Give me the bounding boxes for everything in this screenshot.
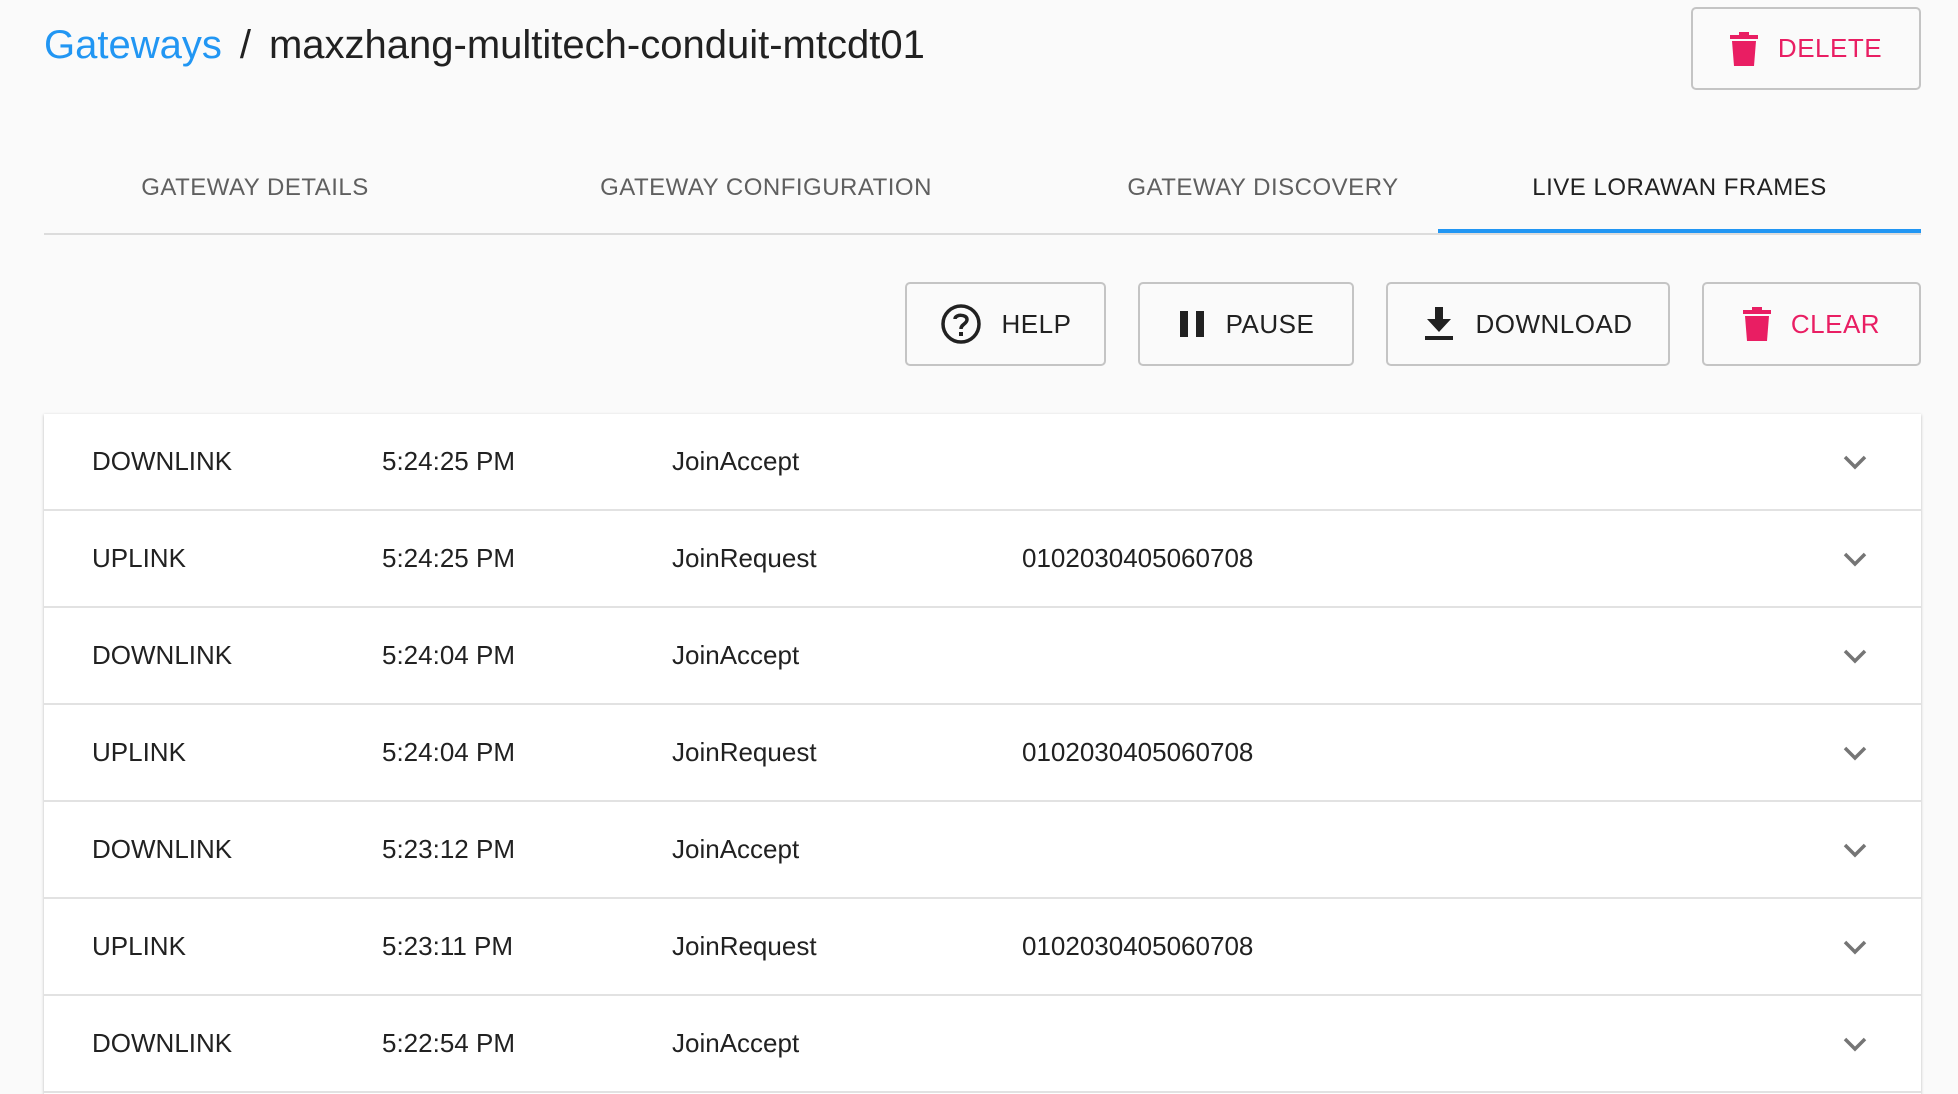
frame-time: 5:23:11 PM	[382, 931, 514, 961]
lorawan-frames-list: DOWNLINK 5:24:25 PM JoinAccept UPLINK 5:…	[44, 414, 1921, 1094]
frame-row[interactable]: UPLINK 5:24:04 PM JoinRequest 0102030405…	[44, 705, 1921, 802]
frame-direction: DOWNLINK	[92, 640, 233, 670]
tab-gateway-discovery[interactable]: GATEWAY DISCOVERY	[1066, 145, 1460, 231]
frame-dev-eui: 0102030405060708	[1022, 543, 1254, 573]
chevron-down-icon[interactable]	[1841, 545, 1869, 573]
page-title: maxzhang-multitech-conduit-mtcdt01	[268, 22, 925, 67]
chevron-down-icon[interactable]	[1841, 836, 1869, 864]
frame-row[interactable]: DOWNLINK 5:22:54 PM JoinAccept	[44, 996, 1921, 1093]
frame-dev-eui: 0102030405060708	[1022, 931, 1254, 961]
frame-time: 5:24:04 PM	[382, 737, 515, 767]
frame-direction: DOWNLINK	[92, 1028, 233, 1058]
download-button[interactable]: DOWNLOAD	[1386, 282, 1670, 366]
pause-button-label: PAUSE	[1225, 308, 1315, 339]
frame-type: JoinAccept	[672, 1028, 800, 1058]
pause-button[interactable]: PAUSE	[1138, 282, 1354, 366]
frame-row[interactable]: DOWNLINK 5:24:04 PM JoinAccept	[44, 608, 1921, 705]
frame-dev-eui: 0102030405060708	[1022, 737, 1254, 767]
gateway-tabs: GATEWAY DETAILS GATEWAY CONFIGURATION GA…	[44, 145, 1921, 235]
tab-gateway-configuration[interactable]: GATEWAY CONFIGURATION	[466, 145, 1066, 231]
frame-time: 5:24:25 PM	[382, 446, 515, 476]
tab-live-lorawan-frames[interactable]: LIVE LORAWAN FRAMES	[1438, 145, 1921, 233]
frame-type: JoinRequest	[672, 543, 817, 573]
delete-gateway-button[interactable]: DELETE	[1691, 7, 1921, 90]
delete-button-label: DELETE	[1777, 33, 1883, 63]
breadcrumb: Gateways / maxzhang-multitech-conduit-mt…	[44, 20, 925, 70]
breadcrumb-gateways-link[interactable]: Gateways	[44, 23, 222, 68]
frame-type: JoinAccept	[672, 446, 800, 476]
frame-time: 5:23:12 PM	[382, 834, 515, 864]
frame-direction: UPLINK	[92, 543, 186, 573]
frame-direction: DOWNLINK	[92, 446, 233, 476]
pause-icon	[1178, 309, 1206, 339]
frame-time: 5:24:25 PM	[382, 543, 515, 573]
tab-gateway-details[interactable]: GATEWAY DETAILS	[44, 145, 466, 231]
clear-button[interactable]: CLEAR	[1702, 282, 1921, 366]
help-button-label: HELP	[1001, 308, 1072, 339]
breadcrumb-separator: /	[239, 22, 251, 67]
chevron-down-icon[interactable]	[1841, 1030, 1869, 1058]
chevron-down-icon[interactable]	[1841, 642, 1869, 670]
frame-type: JoinAccept	[672, 640, 800, 670]
frame-type: JoinRequest	[672, 737, 817, 767]
help-button[interactable]: HELP	[905, 282, 1106, 366]
download-icon	[1423, 307, 1455, 341]
download-button-label: DOWNLOAD	[1475, 308, 1633, 339]
chevron-down-icon[interactable]	[1841, 448, 1869, 476]
frame-time: 5:24:04 PM	[382, 640, 515, 670]
chevron-down-icon[interactable]	[1841, 933, 1869, 961]
frame-row[interactable]: DOWNLINK 5:24:25 PM JoinAccept	[44, 414, 1921, 511]
frame-direction: DOWNLINK	[92, 834, 233, 864]
help-circle-icon	[940, 303, 982, 345]
trash-icon	[1729, 31, 1758, 66]
chevron-down-icon[interactable]	[1841, 739, 1869, 767]
frame-row[interactable]: UPLINK 5:23:11 PM JoinRequest 0102030405…	[44, 899, 1921, 996]
frame-direction: UPLINK	[92, 737, 186, 767]
frame-type: JoinRequest	[672, 931, 817, 961]
frame-row[interactable]: DOWNLINK 5:23:12 PM JoinAccept	[44, 802, 1921, 899]
frame-row[interactable]: UPLINK 5:24:25 PM JoinRequest 0102030405…	[44, 511, 1921, 608]
frame-direction: UPLINK	[92, 931, 186, 961]
clear-button-label: CLEAR	[1790, 308, 1881, 339]
frame-time: 5:22:54 PM	[382, 1028, 515, 1058]
frame-type: JoinAccept	[672, 834, 800, 864]
trash-icon	[1742, 307, 1771, 341]
